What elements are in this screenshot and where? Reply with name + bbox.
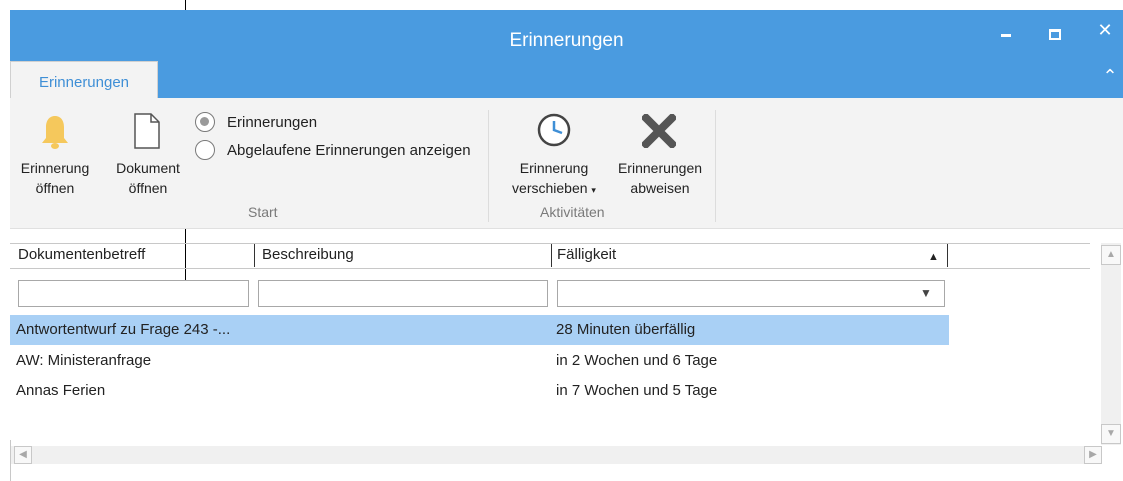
filter-subject-input[interactable]	[18, 280, 249, 307]
dismiss-reminders-label: Erinnerungen abweisen	[617, 160, 703, 196]
radio-expired-reminders-label: Abgelaufene Erinnerungen anzeigen	[227, 142, 471, 159]
group-separator	[715, 110, 716, 222]
tab-erinnerungen[interactable]: Erinnerungen	[10, 61, 158, 98]
open-document-label: Dokument öffnen	[116, 160, 180, 196]
chevron-up-icon: ⌃	[1102, 66, 1118, 86]
ribbon-tab-bar	[10, 61, 1123, 98]
sort-ascending-icon: ▲	[928, 251, 939, 263]
column-divider[interactable]	[551, 244, 552, 267]
group-separator	[488, 110, 489, 222]
radio-button[interactable]	[195, 140, 215, 160]
cell-due: 28 Minuten überfällig	[556, 321, 696, 338]
dismiss-reminders-button[interactable]: Erinnerungen abweisen	[610, 112, 710, 202]
chevron-down-icon: ▼	[920, 286, 932, 300]
radio-button-selected[interactable]	[195, 112, 215, 132]
radio-erinnerungen-label: Erinnerungen	[227, 114, 318, 131]
table-row[interactable]: AW: Ministeranfrage in 2 Wochen und 6 Ta…	[10, 346, 949, 376]
postpone-reminder-button[interactable]: Erinnerung verschieben ▾	[504, 112, 604, 202]
scroll-right-icon[interactable]: ▶	[1084, 446, 1102, 464]
column-header-description[interactable]: Beschreibung	[262, 246, 354, 263]
collapse-ribbon-button[interactable]: ⌃	[1100, 66, 1120, 87]
table-row[interactable]: Annas Ferien in 7 Wochen und 5 Tage	[10, 376, 949, 406]
cell-subject: AW: Ministeranfrage	[16, 352, 152, 369]
column-divider[interactable]	[254, 244, 255, 267]
maximize-icon	[1049, 29, 1061, 40]
group-label-activities: Aktivitäten	[540, 204, 605, 220]
filter-description-input[interactable]	[258, 280, 548, 307]
open-document-button[interactable]: Dokument öffnen	[108, 112, 188, 202]
close-button[interactable]: ✕	[1090, 20, 1120, 41]
cell-due: in 2 Wochen und 6 Tage	[556, 352, 718, 369]
dismiss-x-icon	[642, 114, 676, 148]
open-reminder-button[interactable]: Erinnerung öffnen	[12, 112, 98, 202]
close-icon: ✕	[1097, 20, 1113, 40]
window-title: Erinnerungen	[509, 30, 624, 51]
column-header-due[interactable]: Fälligkeit	[557, 246, 616, 263]
scroll-down-icon[interactable]: ▼	[1101, 424, 1121, 444]
clock-icon	[537, 113, 571, 147]
cell-subject: Annas Ferien	[16, 382, 106, 399]
open-reminder-label: Erinnerung öffnen	[20, 160, 90, 196]
cell-due: in 7 Wochen und 5 Tage	[556, 382, 718, 399]
column-divider[interactable]	[947, 244, 948, 267]
bell-icon	[42, 116, 68, 149]
grid-header-border	[10, 268, 1090, 269]
maximize-button[interactable]	[1040, 24, 1070, 45]
column-header-subject[interactable]: Dokumentenbetreff	[18, 246, 145, 263]
group-label-start: Start	[248, 204, 278, 220]
scroll-left-icon[interactable]: ◀	[14, 446, 32, 464]
scroll-up-icon[interactable]: ▲	[1101, 245, 1121, 265]
window-left-border	[10, 440, 11, 481]
table-row[interactable]: Antwortentwurf zu Frage 243 -... 28 Minu…	[10, 315, 949, 345]
radio-erinnerungen[interactable]: Erinnerungen	[195, 112, 485, 134]
minimize-icon	[1001, 34, 1011, 37]
radio-expired-reminders[interactable]: Abgelaufene Erinnerungen anzeigen	[195, 140, 485, 162]
dropdown-arrow-icon: ▾	[591, 185, 596, 195]
vertical-scrollbar[interactable]	[1101, 243, 1121, 445]
postpone-reminder-label: Erinnerung verschieben ▾	[512, 160, 596, 196]
horizontal-scrollbar[interactable]	[10, 446, 1100, 464]
minimize-button[interactable]	[991, 24, 1021, 42]
document-icon	[134, 113, 160, 149]
ribbon-panel: Erinnerung öffnen Dokument öffnen Erinneru…	[10, 98, 1123, 229]
filter-due-select[interactable]: ▼	[557, 280, 945, 307]
cell-subject: Antwortentwurf zu Frage 243 -...	[16, 321, 231, 338]
grid-top-border	[10, 243, 1090, 244]
